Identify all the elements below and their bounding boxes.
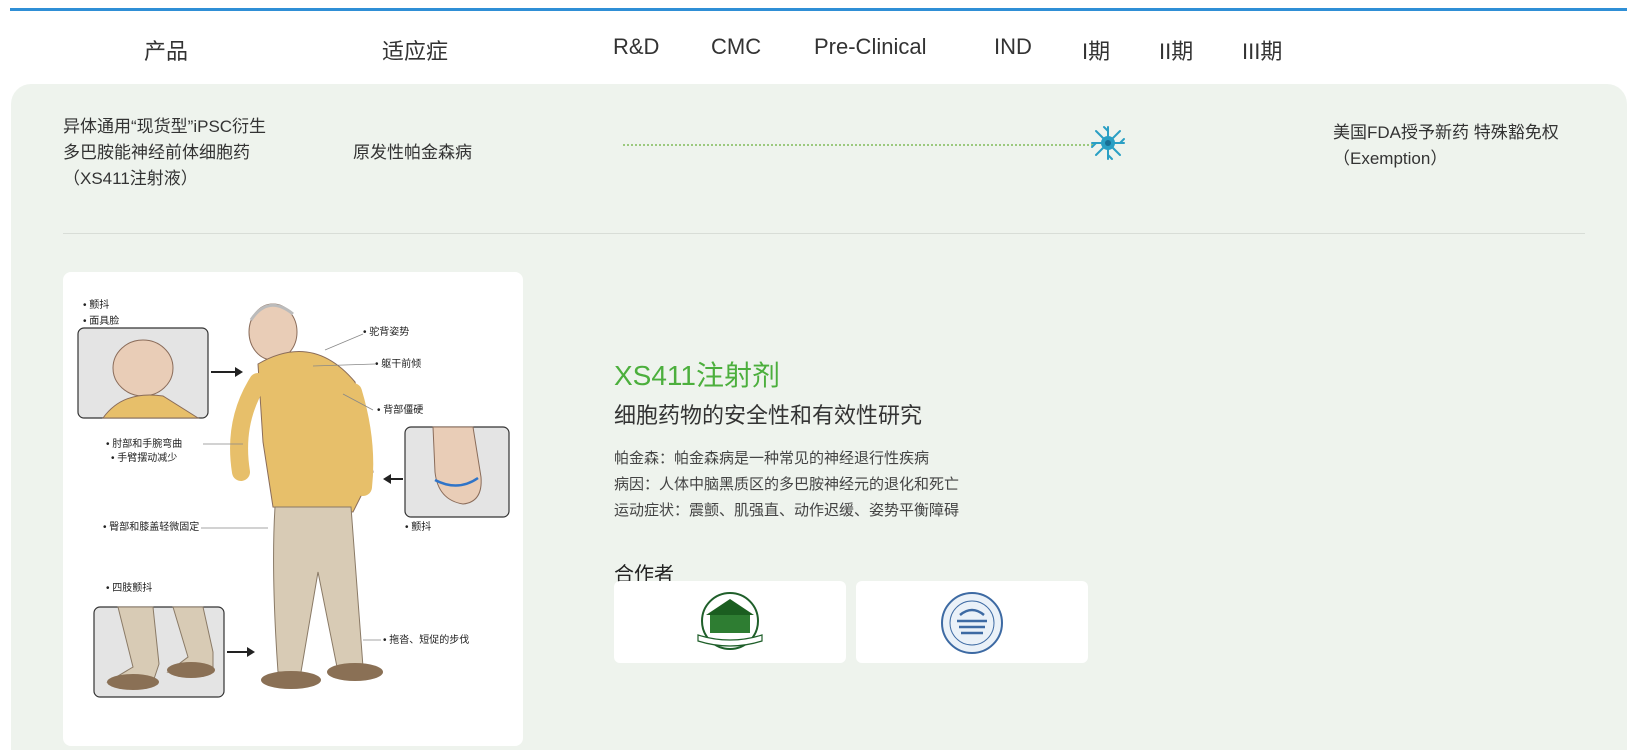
header-stage-preclinical: Pre-Clinical [814, 34, 927, 59]
partner-logo-2 [941, 592, 1003, 654]
label-hunched: • 驼背姿势 [363, 325, 409, 338]
label-arm-swing: • 手臂摆动减少 [111, 451, 177, 464]
desc-line: 病因：人体中脑黑质区的多巴胺神经元的退化和死亡 [614, 476, 960, 493]
header-indication: 适应症 [382, 39, 449, 64]
header-stage-phase1: I期 [1082, 39, 1111, 64]
pipeline-row[interactable]: 异体通用“现货型”iPSC衍生多巴胺能神经前体细胞药（XS411注射液） 原发性… [63, 104, 1585, 234]
header-stage-ind: IND [994, 34, 1032, 59]
label-limb-tremor: • 四肢颤抖 [106, 581, 152, 594]
header-stage-phase3: III期 [1242, 39, 1283, 64]
regulatory-status: 美国FDA授予新药 特殊豁免权（Exemption） [1333, 123, 1559, 168]
parkinson-figure: • 颤抖 • 面具脸 • 驼背姿势 • 躯干前倾 • 背部僵硬 • 肘部和手腕弯… [77, 298, 510, 698]
indication: 原发性帕金森病 [353, 143, 472, 162]
top-accent-line [10, 8, 1627, 11]
drug-subtitle: 细胞药物的安全性和有效性研究 [614, 403, 923, 428]
progress-line [623, 144, 1093, 146]
label-shuffle: • 拖沓、短促的步伐 [383, 633, 469, 646]
pipeline-header: 产品 适应症 R&D CMC Pre-Clinical IND I期 II期 I… [0, 34, 1627, 64]
drug-info: XS411注射剂 细胞药物的安全性和有效性研究 帕金森：帕金森病是一种常见的神经… [614, 354, 959, 587]
label-hip-knee: • 臀部和膝盖轻微固定 [103, 520, 199, 533]
desc-line: 帕金森：帕金森病是一种常见的神经退行性疾病 [614, 450, 930, 467]
partner-card-2[interactable] [856, 581, 1088, 663]
progress-track [623, 126, 1125, 160]
neuron-cell-icon [1091, 126, 1125, 160]
product-name: 异体通用“现货型”iPSC衍生多巴胺能神经前体细胞药（XS411注射液） [63, 117, 267, 188]
desc-line: 运动症状：震颤、肌强直、动作迟缓、姿势平衡障碍 [614, 502, 960, 519]
partner-logo-1 [697, 592, 763, 650]
drug-description: 帕金森：帕金森病是一种常见的神经退行性疾病 病因：人体中脑黑质区的多巴胺神经元的… [614, 446, 959, 524]
pipeline-panel: 异体通用“现货型”iPSC衍生多巴胺能神经前体细胞药（XS411注射液） 原发性… [11, 84, 1627, 750]
label-mask-face: • 面具脸 [83, 314, 119, 327]
partner-card-1[interactable] [614, 581, 846, 663]
label-trunk-forward: • 躯干前倾 [375, 357, 421, 370]
header-stage-phase2: II期 [1159, 39, 1194, 64]
label-back-stiff: • 背部僵硬 [377, 403, 423, 416]
header-stage-cmc: CMC [711, 34, 762, 59]
label-elbow-wrist: • 肘部和手腕弯曲 [106, 437, 182, 450]
drug-title: XS411注射剂 [614, 360, 780, 391]
header-product: 产品 [144, 39, 189, 64]
label-tremor-top: • 颤抖 [83, 298, 109, 311]
parkinson-illustration: • 颤抖 • 面具脸 • 驼背姿势 • 躯干前倾 • 背部僵硬 • 肘部和手腕弯… [63, 272, 523, 746]
label-tremor-hand: • 颤抖 [405, 520, 431, 533]
header-stage-rd: R&D [613, 34, 660, 59]
